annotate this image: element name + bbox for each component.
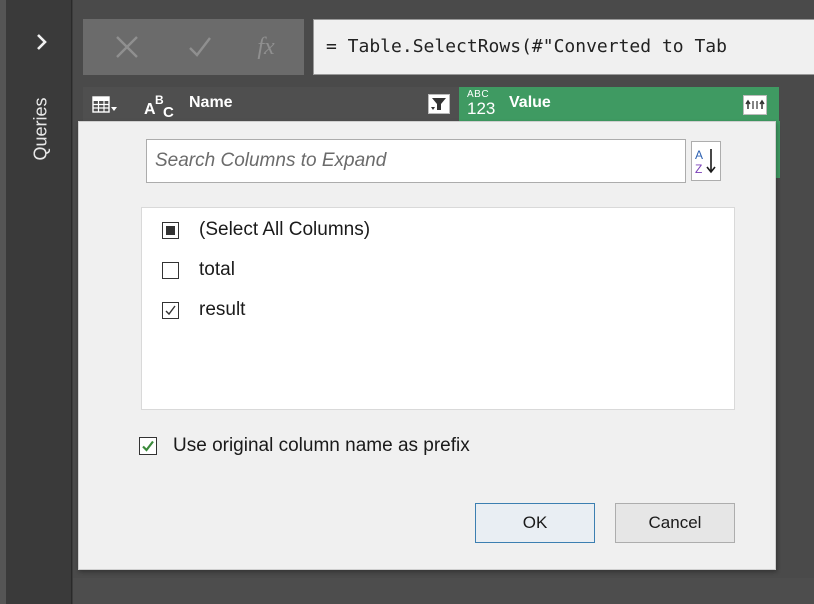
ok-button[interactable]: OK (475, 503, 595, 543)
list-item-total[interactable]: total (162, 257, 235, 283)
sort-button[interactable]: A Z (691, 141, 721, 181)
total-checkbox[interactable] (162, 261, 179, 279)
chevron-right-icon[interactable] (35, 32, 49, 52)
svg-text:C: C (163, 104, 174, 118)
list-item-select-all[interactable]: (Select All Columns) (162, 217, 370, 243)
abc-text-type-icon[interactable]: A B C (143, 92, 183, 121)
formula-text[interactable]: = Table.SelectRows(#"Converted to Tab (326, 36, 727, 57)
search-input[interactable] (147, 140, 685, 182)
value-column-edge (776, 121, 780, 178)
cancel-button[interactable]: Cancel (615, 503, 735, 543)
sort-az-icon: A Z (694, 146, 720, 176)
column-header-value[interactable]: ABC 123 Value (459, 87, 779, 121)
column-checkbox-list: (Select All Columns) total result (141, 207, 735, 410)
queries-pane: Queries (6, 0, 72, 604)
prefix-option[interactable]: Use original column name as prefix (139, 432, 470, 460)
list-item-result[interactable]: result (162, 297, 245, 323)
filter-icon[interactable] (428, 94, 450, 114)
close-icon[interactable] (110, 33, 144, 61)
status-strip (73, 578, 814, 604)
prefix-label: Use original column name as prefix (173, 435, 470, 456)
column-name-label: Name (189, 94, 233, 111)
checkmark-icon[interactable] (183, 33, 217, 61)
list-item-label: result (199, 299, 246, 320)
search-columns-input[interactable] (146, 139, 686, 183)
fx-icon[interactable]: fx (246, 33, 286, 61)
expand-column-icon[interactable] (743, 95, 767, 115)
list-item-label: (Select All Columns) (199, 219, 371, 240)
formula-bar[interactable]: = Table.SelectRows(#"Converted to Tab (313, 19, 814, 75)
result-checkbox[interactable] (162, 301, 179, 319)
prefix-checkbox[interactable] (139, 437, 157, 455)
select-all-checkbox[interactable] (162, 221, 179, 239)
expand-columns-dialog: A Z (Select All Columns) total result Us… (78, 121, 776, 570)
table-menu-icon[interactable] (92, 95, 118, 115)
column-header-name[interactable]: A B C Name (83, 87, 459, 121)
any-type-icon[interactable]: ABC 123 (467, 90, 497, 118)
column-value-label: Value (509, 94, 551, 111)
svg-text:Z: Z (695, 162, 702, 176)
queries-pane-label[interactable]: Queries (29, 94, 53, 164)
formula-buttons: fx (83, 19, 304, 75)
svg-text:A: A (695, 148, 703, 162)
list-item-label: total (199, 259, 235, 280)
